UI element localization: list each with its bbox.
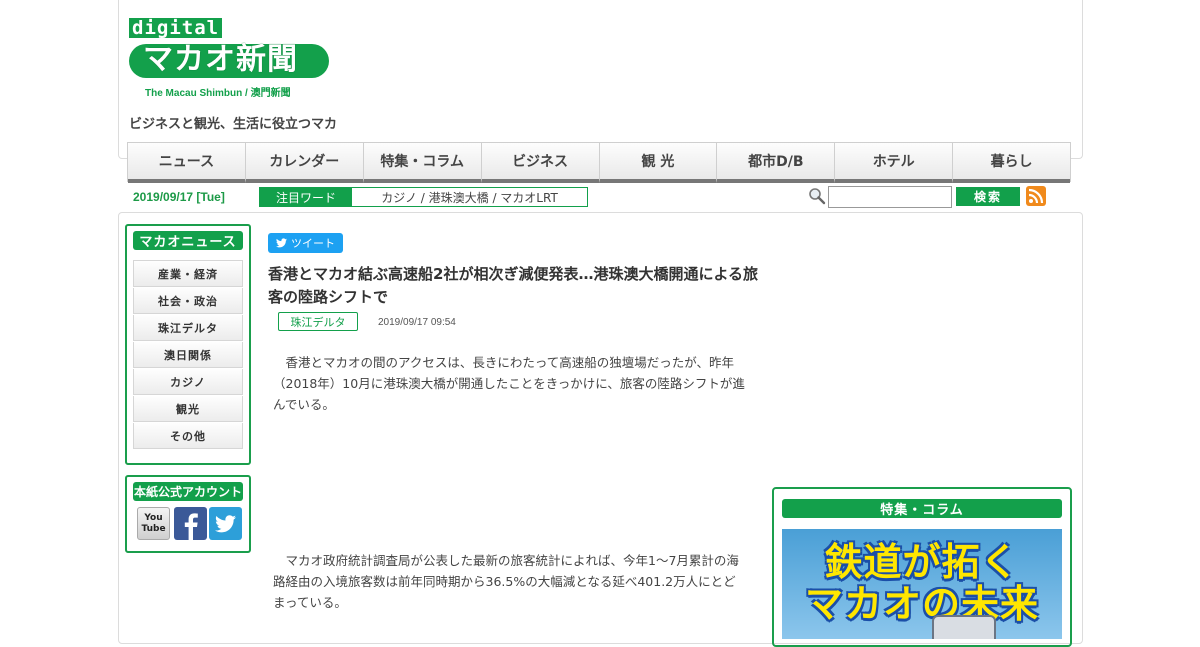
current-date: 2019/09/17 [Tue] bbox=[133, 190, 225, 204]
nav-item-city-db[interactable]: 都市D/B bbox=[717, 143, 836, 183]
category-macau-japan[interactable]: 澳日関係 bbox=[133, 342, 243, 368]
train-image bbox=[932, 615, 996, 639]
nav-item-tourism[interactable]: 観 光 bbox=[599, 143, 718, 183]
twitter-bird-icon bbox=[276, 238, 287, 248]
feature-banner-line-2: マカオの未来 bbox=[804, 582, 1039, 626]
nav-item-features[interactable]: 特集・コラム bbox=[363, 143, 482, 183]
hot-words-links[interactable]: カジノ / 港珠澳大橋 / マカオLRT bbox=[352, 188, 587, 206]
news-category-list: 産業・経済 社会・政治 珠江デルタ 澳日関係 カジノ 観光 その他 bbox=[133, 260, 243, 449]
article-paragraph: マカオ政府統計調査局が公表した最新の旅客統計によれば、今年1〜7月累計の海路経由… bbox=[273, 553, 739, 610]
site-tagline: ビジネスと観光、生活に役立つマカ bbox=[129, 117, 338, 132]
nav-item-hotel[interactable]: ホテル bbox=[835, 143, 954, 183]
search-icon bbox=[809, 188, 826, 205]
twitter-icon[interactable] bbox=[209, 507, 242, 540]
category-other[interactable]: その他 bbox=[133, 423, 243, 449]
logo-main-text: マカオ新聞 bbox=[143, 42, 298, 77]
social-accounts-title: 本紙公式アカウント bbox=[133, 482, 243, 501]
nav-item-news[interactable]: ニュース bbox=[128, 143, 246, 183]
search-input[interactable] bbox=[828, 186, 952, 208]
nav-item-living[interactable]: 暮らし bbox=[953, 143, 1070, 183]
category-tourism[interactable]: 観光 bbox=[133, 396, 243, 422]
article-date: 2019/09/17 09:54 bbox=[378, 317, 456, 328]
hot-words-label: 注目ワード bbox=[260, 188, 352, 206]
logo-digital: digital bbox=[129, 18, 223, 38]
facebook-icon[interactable] bbox=[174, 507, 207, 540]
nav-item-calendar[interactable]: カレンダー bbox=[245, 143, 364, 183]
article-paragraph: 香港とマカオの間のアクセスは、長きにわたって高速船の独壇場だったが、昨年（201… bbox=[273, 355, 745, 412]
category-casino[interactable]: カジノ bbox=[133, 369, 243, 395]
tweet-button[interactable]: ツイート bbox=[268, 233, 343, 253]
category-society-politics[interactable]: 社会・政治 bbox=[133, 288, 243, 314]
rss-icon[interactable] bbox=[1026, 186, 1046, 206]
feature-column-title: 特集・コラム bbox=[782, 499, 1062, 518]
feature-banner[interactable]: 鉄道が拓く マカオの未来 bbox=[782, 529, 1062, 639]
article-category-tag[interactable]: 珠江デルタ bbox=[278, 312, 358, 331]
article-title: 香港とマカオ結ぶ高速船2社が相次ぎ減便発表…港珠澳大橋開通による旅客の陸路シフト… bbox=[268, 265, 758, 306]
news-category-title: マカオニュース bbox=[133, 231, 243, 250]
search-button[interactable]: 検索 bbox=[956, 187, 1020, 206]
category-industry-economy[interactable]: 産業・経済 bbox=[133, 260, 243, 287]
main-nav: ニュース カレンダー 特集・コラム ビジネス 観 光 都市D/B ホテル 暮らし bbox=[127, 142, 1071, 183]
tweet-label: ツイート bbox=[291, 238, 335, 250]
youtube-icon[interactable]: You Tube bbox=[137, 507, 170, 540]
youtube-icon-label: You Tube bbox=[141, 512, 166, 534]
category-pearl-river-delta[interactable]: 珠江デルタ bbox=[133, 315, 243, 341]
nav-item-business[interactable]: ビジネス bbox=[481, 143, 600, 183]
logo-subtitle: The Macau Shimbun / 澳門新聞 bbox=[145, 88, 291, 99]
site-logo[interactable]: digital マカオ新聞 The Macau Shimbun / 澳門新聞 bbox=[129, 18, 349, 100]
hot-words-bar: 注目ワード カジノ / 港珠澳大橋 / マカオLRT bbox=[259, 187, 588, 207]
